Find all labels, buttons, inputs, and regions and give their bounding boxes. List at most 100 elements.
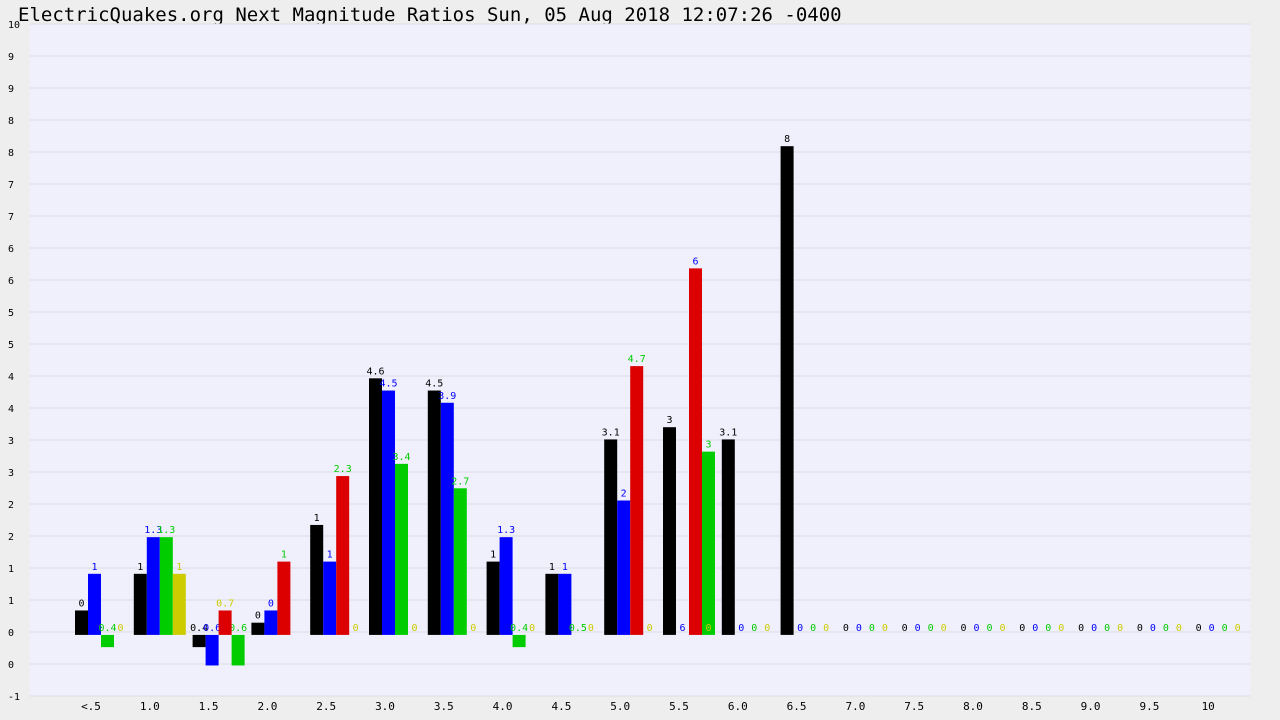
data-label: 0.6 [229,623,247,634]
data-label: 3.9 [438,391,456,402]
data-label: 0 [353,623,359,634]
data-label: 6 [679,623,685,634]
y-tick-label: 7 [8,180,14,191]
bar-30days [133,573,147,635]
data-label: 1 [281,550,287,561]
y-tick-label: 1 [8,596,14,607]
x-tick-label: 8.0 [963,700,983,713]
x-tick-label: 10 [1202,700,1215,713]
y-tick-label: 3 [8,436,14,447]
data-label: 0 [751,623,757,634]
bar-30days [604,439,618,635]
data-label: 0 [986,623,992,634]
x-tick-label: 1.0 [140,700,160,713]
x-tick-label: 9.5 [1139,700,1159,713]
bar-3days [205,634,219,666]
x-tick-label: 3.5 [434,700,454,713]
data-label: 1 [91,562,97,573]
y-tick-label: 8 [8,148,14,159]
data-label: 0 [1196,623,1202,634]
data-label: 0 [1150,623,1156,634]
data-label: 0 [411,623,417,634]
x-tick-label: 5.0 [610,700,630,713]
data-label: 1.3 [157,525,175,536]
bar-3days [440,402,454,635]
bar-30days [486,561,500,635]
y-tick-label: 2 [8,500,14,511]
x-tick-label: 8.5 [1022,700,1042,713]
data-label: 0 [1032,623,1038,634]
x-tick-label: 4.0 [493,700,513,713]
bar-30days [75,610,88,635]
bar-3days [146,537,160,635]
bar-24hrs [159,537,173,635]
data-label: 3.4 [392,452,410,463]
data-label: 0.6 [203,623,221,634]
y-tick-label: 6 [8,244,14,255]
y-tick-label: 7 [8,212,14,223]
bar-3days [499,537,513,635]
y-tick-label: 9 [8,84,14,95]
data-label: 0 [823,623,829,634]
bar-24hrs [453,488,467,635]
data-label: 0.7 [216,598,234,609]
bar-24hrs [702,451,715,635]
data-label: 4.5 [425,379,443,390]
bar-red [630,366,644,635]
bar-24hrs [101,634,114,648]
y-tick-label: 5 [8,340,14,351]
y-tick-label: 2 [8,532,14,543]
data-label: 3.1 [602,427,620,438]
bar-red [689,268,702,635]
x-tick-label: 7.5 [904,700,924,713]
data-label: 0 [1163,623,1169,634]
x-tick-label: 4.5 [551,700,571,713]
data-label: 0 [470,623,476,634]
data-label: 0 [1091,623,1097,634]
bar-30days [251,622,265,635]
data-label: 0 [915,623,921,634]
data-label: 2 [621,489,627,500]
x-tick-label: 1.5 [199,700,219,713]
bar-30days [780,146,794,635]
bar-30days [369,378,382,635]
data-label: 1 [549,562,555,573]
data-label: 0 [705,623,711,634]
bar-24hrs [395,463,408,635]
data-label: 0 [268,598,274,609]
y-tick-label: 3 [8,468,14,479]
data-label: 0 [647,623,653,634]
bar-red [218,610,232,635]
data-label: 3 [666,415,672,426]
y-tick-label: 9 [8,52,14,63]
data-label: 2.3 [334,464,352,475]
data-label: 0 [882,623,888,634]
data-label: 0 [1137,623,1143,634]
bar-3days [323,561,337,635]
data-label: 0 [810,623,816,634]
data-label: 6 [692,256,698,267]
data-label: 1 [176,562,182,573]
data-label: 0 [843,623,849,634]
data-label: 1 [490,550,496,561]
bar-last hr [172,573,186,635]
data-label: 3.1 [719,427,737,438]
data-label: 0 [902,623,908,634]
bar-red [336,476,350,635]
x-tick-label: 3.0 [375,700,395,713]
data-label: 0 [1222,623,1228,634]
data-label: 0 [941,623,947,634]
data-label: 1 [562,562,568,573]
y-tick-label: 6 [8,276,14,287]
x-tick-label: 7.0 [845,700,865,713]
data-label: 0 [1078,623,1084,634]
data-label: 0 [117,623,123,634]
bar-30days [663,427,676,635]
x-tick-label: <.5 [81,700,101,713]
data-label: 1 [137,562,143,573]
data-label: 0 [869,623,875,634]
data-label: 2.7 [451,476,469,487]
data-label: 0 [960,623,966,634]
bar-30days [310,524,324,635]
data-label: 4.5 [379,379,397,390]
